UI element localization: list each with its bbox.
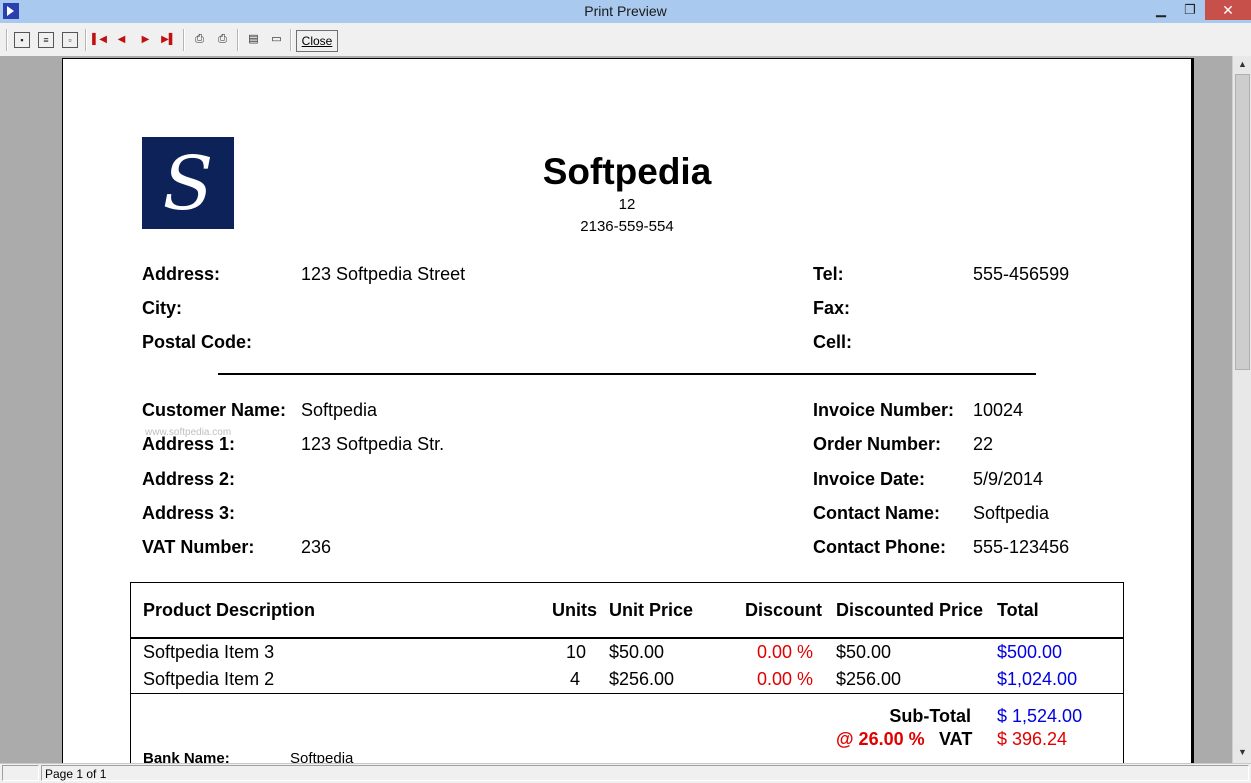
col-total-header: Total bbox=[997, 600, 1039, 620]
row-1-product: Softpedia Item 3 bbox=[143, 642, 275, 662]
col-unit-price-header: Unit Price bbox=[609, 600, 694, 620]
order-number-label: Order Number: bbox=[813, 434, 942, 454]
toolbar-separator bbox=[237, 29, 239, 51]
row-2-discount: 0.00 % bbox=[756, 669, 813, 689]
company-phone: 2136-559-554 bbox=[580, 218, 674, 235]
row-1-discounted-price: $50.00 bbox=[836, 642, 892, 662]
previous-page-icon[interactable]: ◀ bbox=[112, 30, 131, 49]
minimize-icon[interactable]: ▁ bbox=[1146, 0, 1176, 20]
postal-code-label: Postal Code: bbox=[142, 332, 253, 352]
preview-area[interactable]: S Softpedia 12 2136-559-554 Address: 123… bbox=[0, 56, 1232, 763]
bank-name-label: Bank Name: bbox=[143, 750, 230, 763]
row-2-units: 4 bbox=[569, 669, 580, 689]
open-folder-icon[interactable]: ▭ bbox=[267, 30, 286, 49]
address-2-label: Address 2: bbox=[142, 469, 236, 489]
toolbar-separator bbox=[290, 29, 292, 51]
fax-label: Fax: bbox=[813, 298, 851, 318]
customer-name-label: Customer Name: bbox=[142, 400, 287, 420]
address-3-label: Address 3: bbox=[142, 503, 236, 523]
scroll-thumb[interactable] bbox=[1235, 74, 1250, 370]
address-value: 123 Softpedia Street bbox=[301, 264, 466, 284]
status-cell-empty bbox=[2, 765, 39, 781]
vat-rate: @ 26.00 % bbox=[836, 729, 925, 749]
company-name: Softpedia bbox=[542, 151, 712, 192]
tel-label: Tel: bbox=[813, 264, 844, 284]
tel-value: 555-456599 bbox=[973, 264, 1070, 284]
close-window-icon[interactable]: ✕ bbox=[1205, 0, 1251, 20]
address-label: Address: bbox=[142, 264, 221, 284]
header-divider bbox=[131, 637, 1123, 639]
page-indicator: Page 1 of 1 bbox=[41, 765, 1249, 781]
invoice-number-value: 10024 bbox=[973, 400, 1024, 420]
row-1-units: 10 bbox=[565, 642, 586, 662]
zoom-page-width-icon[interactable]: ≡ bbox=[38, 32, 54, 48]
title-bar: Print Preview ▁ ❐ ✕ bbox=[0, 0, 1251, 23]
order-number-value: 22 bbox=[973, 434, 994, 454]
restore-icon[interactable]: ❐ bbox=[1175, 0, 1205, 20]
window-title: Print Preview bbox=[584, 3, 667, 19]
divider bbox=[218, 373, 1036, 375]
cell-label: Cell: bbox=[813, 332, 853, 352]
vat-number-value: 236 bbox=[301, 537, 332, 557]
contact-phone-value: 555-123456 bbox=[973, 537, 1070, 557]
print-icon[interactable]: ⎙ bbox=[213, 30, 232, 49]
status-bar: Page 1 of 1 bbox=[0, 763, 1251, 783]
rows-divider bbox=[131, 693, 1123, 694]
row-2-total: $1,024.00 bbox=[997, 669, 1078, 689]
row-2-product: Softpedia Item 2 bbox=[143, 669, 275, 689]
subtotal-label: Sub-Total bbox=[889, 706, 971, 726]
col-discounted-price-header: Discounted Price bbox=[836, 600, 984, 620]
zoom-100-icon[interactable]: ▫ bbox=[62, 32, 78, 48]
zoom-whole-page-icon[interactable]: ▪ bbox=[14, 32, 30, 48]
col-units-header: Units bbox=[552, 600, 597, 620]
contact-name-value: Softpedia bbox=[973, 503, 1050, 523]
company-line-1: 12 bbox=[618, 196, 636, 213]
toolbar-separator bbox=[6, 29, 8, 51]
address-1-value: 123 Softpedia Str. bbox=[301, 434, 445, 454]
toolbar-separator bbox=[85, 29, 87, 51]
row-1-total: $500.00 bbox=[997, 642, 1063, 662]
address-1-label: Address 1: bbox=[142, 434, 236, 454]
print-setup-icon[interactable]: ⎙ bbox=[190, 30, 209, 49]
subtotal-value: $ 1,524.00 bbox=[997, 706, 1083, 726]
vertical-scrollbar[interactable]: ▲ ▼ bbox=[1232, 56, 1251, 763]
vat-number-label: VAT Number: bbox=[142, 537, 255, 557]
contact-phone-label: Contact Phone: bbox=[813, 537, 946, 557]
toolbar-separator bbox=[183, 29, 185, 51]
contact-name-label: Contact Name: bbox=[813, 503, 941, 523]
row-1-discount: 0.00 % bbox=[756, 642, 813, 662]
customer-name-value: Softpedia bbox=[301, 400, 378, 420]
col-discount-header: Discount bbox=[745, 600, 823, 620]
close-button[interactable]: Close bbox=[296, 30, 338, 52]
row-1-unit-price: $50.00 bbox=[609, 642, 665, 662]
bank-name-value: Softpedia bbox=[290, 750, 354, 763]
report-page: S Softpedia 12 2136-559-554 Address: 123… bbox=[62, 58, 1194, 763]
invoice-date-label: Invoice Date: bbox=[813, 469, 926, 489]
scroll-down-icon[interactable]: ▼ bbox=[1233, 744, 1251, 761]
save-icon[interactable]: ▤ bbox=[244, 30, 263, 49]
invoice-number-label: Invoice Number: bbox=[813, 400, 955, 420]
last-page-icon[interactable]: ▶▌ bbox=[159, 30, 178, 49]
row-2-discounted-price: $256.00 bbox=[836, 669, 902, 689]
first-page-icon[interactable]: ▌◀ bbox=[90, 30, 109, 49]
items-table: Product Description Units Unit Price Dis… bbox=[130, 582, 1124, 763]
invoice-date-value: 5/9/2014 bbox=[973, 469, 1044, 489]
city-label: City: bbox=[142, 298, 182, 318]
toolbar: ▪ ≡ ▫ ▌◀ ◀ ▶ ▶▌ ⎙ ⎙ ▤ ▭ Close bbox=[0, 23, 1251, 57]
vat-label: VAT bbox=[939, 729, 973, 749]
col-product-header: Product Description bbox=[143, 600, 316, 620]
next-page-icon[interactable]: ▶ bbox=[136, 30, 155, 49]
vat-value: $ 396.24 bbox=[997, 729, 1068, 749]
row-2-unit-price: $256.00 bbox=[609, 669, 675, 689]
scroll-up-icon[interactable]: ▲ bbox=[1233, 56, 1251, 73]
